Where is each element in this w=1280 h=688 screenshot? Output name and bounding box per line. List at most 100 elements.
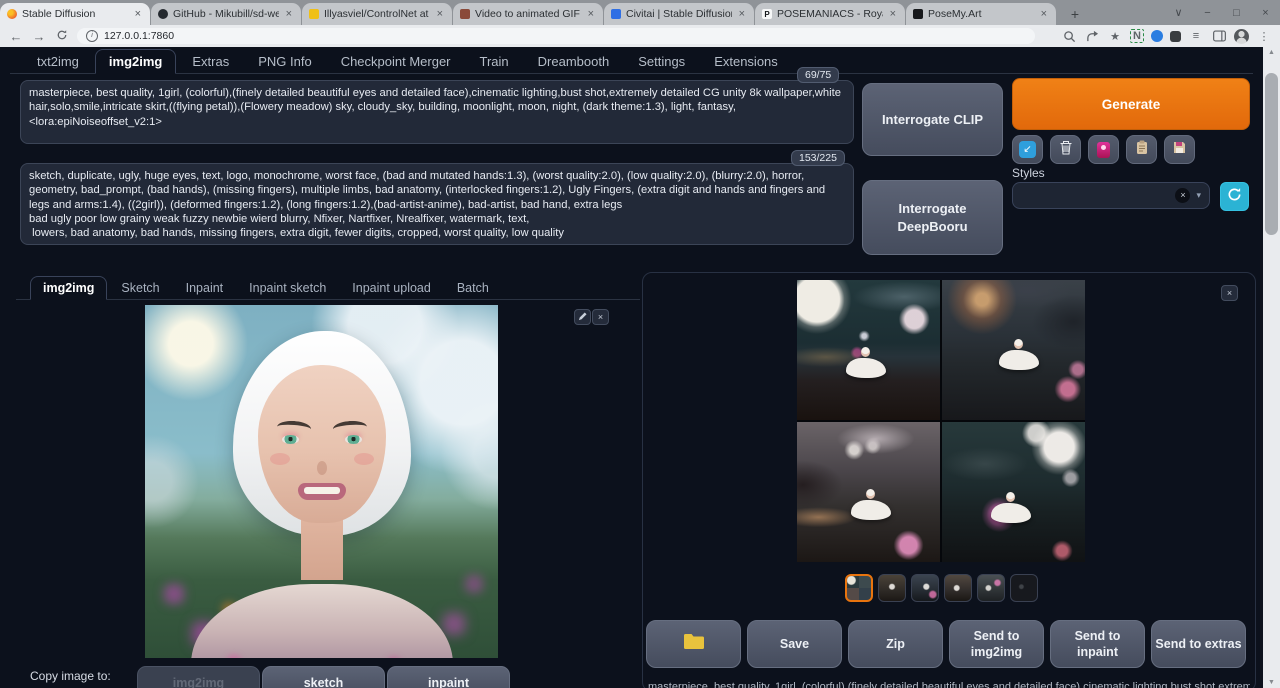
generation-info-text: masterpiece, best quality, 1girl, (color… — [648, 681, 1250, 688]
floral-embroidery — [322, 650, 326, 654]
thumbnail-3[interactable] — [911, 574, 939, 602]
tab-extras[interactable]: Extras — [179, 50, 242, 73]
output-image-2[interactable] — [942, 280, 1085, 420]
tab-dreambooth[interactable]: Dreambooth — [525, 50, 623, 73]
tab-close-icon[interactable]: × — [737, 8, 747, 20]
thumbnail-2[interactable] — [878, 574, 906, 602]
clipboard-icon — [1136, 140, 1148, 160]
thumbnail-6[interactable] — [1010, 574, 1038, 602]
refresh-styles-button[interactable] — [1220, 182, 1249, 211]
send-to-inpaint-button[interactable]: Send to inpaint — [1050, 620, 1145, 668]
tab-close-icon[interactable]: × — [888, 8, 898, 20]
posemyart-favicon — [913, 9, 923, 19]
window-maximize-button[interactable]: □ — [1222, 7, 1251, 19]
tab-txt2img[interactable]: txt2img — [24, 50, 92, 73]
eyebrow — [332, 420, 367, 436]
tab-train[interactable]: Train — [467, 50, 522, 73]
interrogate-deepbooru-button[interactable]: Interrogate DeepBooru — [862, 180, 1003, 255]
subtab-inpaint-sketch[interactable]: Inpaint sketch — [237, 277, 338, 299]
window-close-button[interactable]: × — [1251, 7, 1280, 19]
output-image-4[interactable] — [942, 422, 1085, 562]
send-to-img2img-button[interactable]: Send to img2img — [949, 620, 1044, 668]
pencil-icon — [578, 312, 587, 323]
portrait-face — [258, 365, 386, 523]
browser-menu-icon[interactable]: ⋮ — [1256, 28, 1272, 44]
close-gallery-button[interactable]: × — [1221, 285, 1238, 301]
page-scrollbar[interactable]: ▲ ▼ — [1263, 47, 1280, 688]
interrogate-clip-button[interactable]: Interrogate CLIP — [862, 83, 1003, 156]
tab-close-icon[interactable]: × — [1039, 8, 1049, 20]
browser-tab-controlnet[interactable]: Illyasviel/ControlNet at main × — [302, 3, 452, 25]
tab-extensions[interactable]: Extensions — [701, 50, 791, 73]
reading-list-icon[interactable]: ≡ — [1188, 28, 1204, 44]
clear-prompt-button[interactable] — [1050, 135, 1081, 164]
figure — [999, 350, 1039, 370]
browser-tab-gif-converter[interactable]: Video to animated GIF converter × — [453, 3, 603, 25]
scroll-up-icon[interactable]: ▲ — [1263, 49, 1280, 56]
save-style-button[interactable] — [1164, 135, 1195, 164]
extension-n-icon[interactable]: N — [1130, 29, 1144, 43]
tab-close-icon[interactable]: × — [284, 8, 294, 20]
back-icon[interactable]: ← — [8, 29, 24, 44]
negative-prompt-input[interactable]: sketch, duplicate, ugly, huge eyes, text… — [20, 163, 854, 245]
tab-png-info[interactable]: PNG Info — [245, 50, 324, 73]
subtab-inpaint-upload[interactable]: Inpaint upload — [340, 277, 443, 299]
trash-icon — [1059, 140, 1073, 160]
subtab-batch[interactable]: Batch — [445, 277, 501, 299]
thumbnail-1-selected[interactable] — [845, 574, 873, 602]
share-icon[interactable] — [1084, 28, 1100, 44]
styles-label: Styles — [1012, 166, 1045, 180]
edit-image-button[interactable] — [574, 309, 591, 325]
new-tab-button[interactable]: + — [1063, 4, 1087, 24]
remove-image-button[interactable]: × — [592, 309, 609, 325]
tab-close-icon[interactable]: × — [586, 8, 596, 20]
subtab-inpaint[interactable]: Inpaint — [174, 277, 236, 299]
window-minimize-button[interactable]: − — [1193, 7, 1222, 19]
prompt-input[interactable]: masterpiece, best quality, 1girl, (color… — [20, 80, 854, 144]
zip-button[interactable]: Zip — [848, 620, 943, 668]
tab-search-icon[interactable]: ∨ — [1164, 6, 1193, 19]
portrait-shoulders — [191, 584, 453, 658]
browser-tab-posemyart[interactable]: PoseMy.Art × — [906, 3, 1056, 25]
copy-to-sketch-button[interactable]: sketch — [262, 666, 385, 688]
subtab-img2img[interactable]: img2img — [30, 276, 107, 300]
copy-to-inpaint-button[interactable]: inpaint — [387, 666, 510, 688]
tab-close-icon[interactable]: × — [435, 8, 445, 20]
bookmark-star-icon[interactable]: ★ — [1107, 28, 1123, 44]
save-button[interactable]: Save — [747, 620, 842, 668]
styles-dropdown[interactable]: × ▾ — [1012, 182, 1210, 209]
output-image-1[interactable] — [797, 280, 940, 420]
extension-blue-icon[interactable] — [1151, 30, 1163, 42]
side-panel-icon[interactable] — [1211, 28, 1227, 44]
scrollbar-thumb[interactable] — [1265, 73, 1278, 235]
output-image-3[interactable] — [797, 422, 940, 562]
subtab-sketch[interactable]: Sketch — [109, 277, 171, 299]
send-to-extras-button[interactable]: Send to extras — [1151, 620, 1246, 668]
tab-checkpoint-merger[interactable]: Checkpoint Merger — [328, 50, 464, 73]
browser-tab-stable-diffusion[interactable]: Stable Diffusion × — [0, 3, 150, 25]
browser-tab-civitai[interactable]: Civitai | Stable Diffusion model × — [604, 3, 754, 25]
clear-styles-icon[interactable]: × — [1175, 188, 1190, 203]
thumbnail-4[interactable] — [944, 574, 972, 602]
thumbnail-5[interactable] — [977, 574, 1005, 602]
tab-settings[interactable]: Settings — [625, 50, 698, 73]
browser-tab-posemaniacs[interactable]: P POSEMANIACS - Royalty free 3 × — [755, 3, 905, 25]
extra-networks-button[interactable] — [1088, 135, 1119, 164]
tab-close-icon[interactable]: × — [133, 8, 143, 20]
reload-icon[interactable] — [54, 29, 70, 44]
img2img-source-image[interactable] — [145, 305, 498, 658]
address-bar[interactable]: i 127.0.0.1:7860 — [77, 28, 1035, 44]
tab-img2img[interactable]: img2img — [95, 49, 176, 74]
profile-avatar[interactable] — [1234, 29, 1249, 44]
browser-tab-github[interactable]: GitHub - Mikubill/sd-webui-con × — [151, 3, 301, 25]
paste-params-button[interactable]: ↙ — [1012, 135, 1043, 164]
zoom-icon[interactable] — [1061, 28, 1077, 44]
apply-styles-button[interactable] — [1126, 135, 1157, 164]
site-info-icon[interactable]: i — [86, 30, 98, 42]
extension-dark-icon[interactable] — [1170, 31, 1181, 42]
open-folder-button[interactable] — [646, 620, 741, 668]
posemaniacs-favicon: P — [762, 9, 772, 19]
scroll-down-icon[interactable]: ▼ — [1263, 679, 1280, 686]
forward-icon[interactable]: → — [31, 29, 47, 44]
generate-button[interactable]: Generate — [1012, 78, 1250, 130]
